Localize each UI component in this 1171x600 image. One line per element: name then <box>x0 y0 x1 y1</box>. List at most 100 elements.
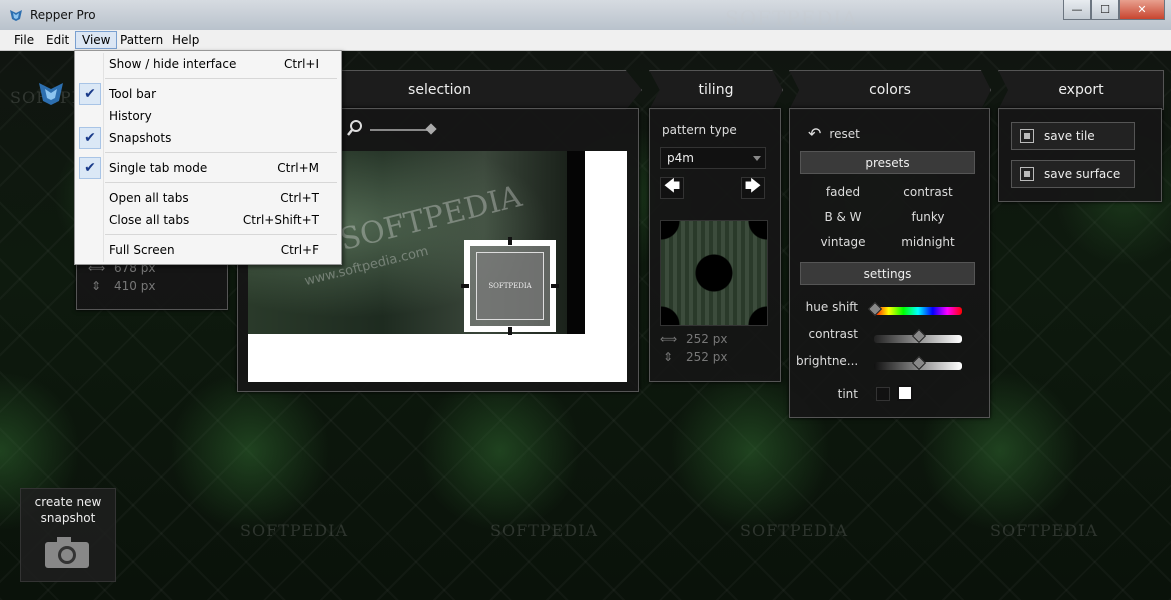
tile-width: 252 px <box>686 332 728 346</box>
tab-tiling[interactable]: tiling <box>649 70 783 110</box>
preset-midnight[interactable]: midnight <box>888 235 968 249</box>
export-icon <box>1020 167 1034 181</box>
tiling-title: tiling <box>698 82 734 98</box>
selection-handle-bottom[interactable] <box>508 327 512 335</box>
tab-export[interactable]: export <box>998 70 1164 110</box>
selection-watermark: SOFTPEDIA <box>488 282 532 290</box>
checkmark-icon: ✔ <box>79 157 101 179</box>
tab-colors[interactable]: colors <box>789 70 991 110</box>
preset-funky[interactable]: funky <box>888 210 968 224</box>
menu-item-shortcut: Ctrl+M <box>277 161 319 175</box>
menu-item-single-tab-mode[interactable]: ✔ Single tab mode Ctrl+M <box>75 157 339 179</box>
previous-pattern-button[interactable]: 🡄 <box>660 175 684 199</box>
menu-item-close-all-tabs[interactable]: Close all tabs Ctrl+Shift+T <box>75 209 339 231</box>
preset-bw[interactable]: B & W <box>803 210 883 224</box>
menu-view[interactable]: View <box>75 31 118 49</box>
tile-height: 252 px <box>686 350 728 364</box>
camera-icon <box>45 537 89 568</box>
presets-label: presets <box>865 155 910 170</box>
watermark-text: SOFTPEDIA <box>990 521 1098 540</box>
pattern-type-value: p4m <box>667 151 694 165</box>
view-menu-dropdown: Show / hide interface Ctrl+I ✔ Tool bar … <box>74 50 342 265</box>
selection-handle-top[interactable] <box>508 237 512 245</box>
tint-toggle[interactable] <box>876 387 890 401</box>
chevron-down-icon <box>753 156 761 161</box>
app-logo-icon <box>10 10 22 21</box>
menu-pattern[interactable]: Pattern <box>114 31 169 49</box>
checkmark-icon: ✔ <box>79 127 101 149</box>
pattern-type-select[interactable]: p4m <box>660 147 766 169</box>
height-arrows-icon: ⇕ <box>662 350 674 364</box>
arrow-right-icon: 🡆 <box>744 175 762 195</box>
height-arrows-icon: ⇕ <box>90 279 102 293</box>
reset-label: reset <box>829 126 860 141</box>
brightness-label: brightne... <box>796 354 859 368</box>
snapshot-label-line2: snapshot <box>40 511 96 525</box>
watermark-text: SOFTPEDIA <box>725 6 858 30</box>
menu-item-shortcut: Ctrl+T <box>280 191 319 205</box>
tint-label: tint <box>837 387 858 401</box>
repper-logo-icon <box>39 83 63 105</box>
export-icon <box>1020 129 1034 143</box>
menu-item-label: Show / hide interface <box>109 57 237 71</box>
preset-contrast[interactable]: contrast <box>888 185 968 199</box>
menu-item-history[interactable]: History <box>75 105 339 127</box>
contrast-label: contrast <box>808 327 859 341</box>
menu-item-snapshots[interactable]: ✔ Snapshots <box>75 127 339 149</box>
menu-help[interactable]: Help <box>166 31 205 49</box>
settings-label: settings <box>863 266 912 281</box>
menu-item-label: History <box>109 109 152 123</box>
menu-item-toolbar[interactable]: ✔ Tool bar <box>75 83 339 105</box>
tile-width-row: ⟺ 252 px <box>660 332 727 346</box>
save-tile-label: save tile <box>1044 129 1095 143</box>
arrow-left-icon: 🡄 <box>663 175 681 195</box>
tile-height-row: ⇕ 252 px <box>660 350 727 364</box>
title-bar: Repper Pro — ☐ ✕ <box>0 0 1171 30</box>
reset-button[interactable]: ↶ reset <box>808 124 860 143</box>
menu-item-label: Open all tabs <box>109 191 189 205</box>
checkmark-icon: ✔ <box>79 83 101 105</box>
menu-item-shortcut: Ctrl+F <box>280 243 319 257</box>
menu-bar: File Edit View Pattern Help <box>0 30 1171 51</box>
next-pattern-button[interactable]: 🡆 <box>741 175 765 199</box>
save-surface-label: save surface <box>1044 167 1121 181</box>
tint-color-swatch[interactable] <box>897 385 913 401</box>
selection-box[interactable]: SOFTPEDIA <box>464 240 556 332</box>
menu-item-shortcut: Ctrl+Shift+T <box>242 213 319 227</box>
width-arrows-icon: ⟺ <box>660 332 678 346</box>
image-height-row: ⇕ 410 px <box>88 279 155 293</box>
window-title: Repper Pro <box>30 8 96 22</box>
menu-item-label: Single tab mode <box>109 161 208 175</box>
save-surface-button[interactable]: save surface <box>1011 160 1135 188</box>
watermark-text: SOFTPEDIA <box>240 521 348 540</box>
preset-vintage[interactable]: vintage <box>803 235 883 249</box>
hue-shift-slider[interactable] <box>874 307 962 315</box>
preset-faded[interactable]: faded <box>803 185 883 199</box>
watermark-text: SOFTPEDIA <box>740 521 848 540</box>
zoom-slider[interactable] <box>370 129 432 131</box>
menu-item-show-hide-interface[interactable]: Show / hide interface Ctrl+I <box>75 53 339 75</box>
menu-item-open-all-tabs[interactable]: Open all tabs Ctrl+T <box>75 187 339 209</box>
menu-item-label: Full Screen <box>109 243 175 257</box>
maximize-button[interactable]: ☐ <box>1091 0 1119 20</box>
menu-item-full-screen[interactable]: Full Screen Ctrl+F <box>75 239 339 261</box>
hue-shift-label: hue shift <box>805 300 858 314</box>
image-height: 410 px <box>114 279 156 293</box>
pattern-type-label: pattern type <box>662 123 737 137</box>
menu-item-shortcut: Ctrl+I <box>284 57 319 71</box>
undo-icon: ↶ <box>808 124 822 143</box>
menu-item-label: Tool bar <box>109 87 157 101</box>
create-snapshot-button[interactable]: create new snapshot <box>20 488 116 582</box>
colors-title: colors <box>869 82 911 98</box>
close-button[interactable]: ✕ <box>1119 0 1165 20</box>
save-tile-button[interactable]: save tile <box>1011 122 1135 150</box>
tile-preview <box>660 220 768 326</box>
menu-item-label: Snapshots <box>109 131 172 145</box>
selection-handle-left[interactable] <box>461 284 469 288</box>
watermark-text: SOFTPEDIA <box>490 521 598 540</box>
minimize-button[interactable]: — <box>1063 0 1091 20</box>
menu-edit[interactable]: Edit <box>40 31 75 49</box>
menu-file[interactable]: File <box>8 31 40 49</box>
selection-handle-right[interactable] <box>551 284 559 288</box>
selection-title: selection <box>408 82 471 98</box>
